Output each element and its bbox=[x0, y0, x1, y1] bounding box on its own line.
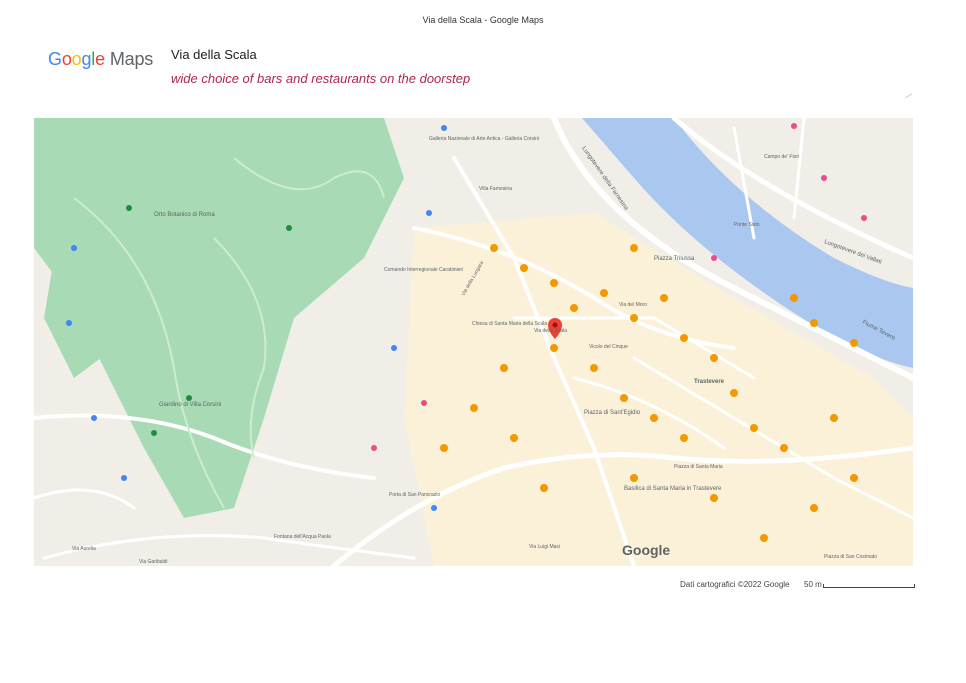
label-via-del-moro: Via del Moro bbox=[619, 302, 647, 308]
label-porta-san-pancrazio: Porta di San Pancrazio bbox=[389, 492, 440, 498]
label-piazza-sant-egidio: Piazza di Sant'Egidio bbox=[584, 410, 641, 416]
label-via-garibaldi: Via Garibaldi bbox=[139, 559, 168, 565]
place-title: Via della Scala bbox=[171, 47, 257, 62]
label-trastevere: Trastevere bbox=[694, 379, 725, 385]
scale-label: 50 m bbox=[804, 580, 822, 589]
label-orto-botanico: Orto Botanico di Roma bbox=[154, 212, 215, 218]
corner-mark bbox=[905, 93, 915, 103]
map-svg: Orto Botanico di Roma Giardino di Villa … bbox=[34, 118, 913, 566]
label-via-luigi-masi: Via Luigi Masi bbox=[529, 544, 560, 550]
label-campo-de-fiori: Campo de' Fiori bbox=[764, 154, 799, 160]
label-piazza-santa-maria: Piazza di Santa Maria bbox=[674, 464, 723, 470]
label-carabinieri: Comando Interregionale Carabinieri bbox=[384, 267, 463, 273]
map-attribution[interactable]: Dati cartografici ©2022 Google bbox=[680, 580, 790, 589]
label-piazza-di-san-cosimato: Piazza di San Cosimato bbox=[824, 554, 877, 560]
label-via-della-scala: Via della Scala bbox=[534, 328, 567, 334]
google-watermark: Google bbox=[622, 542, 670, 558]
place-description: wide choice of bars and restaurants on t… bbox=[171, 71, 471, 86]
map-canvas[interactable]: Orto Botanico di Roma Giardino di Villa … bbox=[34, 118, 913, 566]
label-piazza-trilussa: Piazza Trilussa bbox=[654, 256, 695, 262]
page-header-title: Via della Scala - Google Maps bbox=[422, 15, 544, 25]
label-giardino: Giardino di Villa Corsini bbox=[159, 402, 221, 408]
label-villa-farnesina: Villa Farnesina bbox=[479, 186, 512, 192]
google-maps-logo: Google Maps bbox=[48, 49, 154, 69]
label-via-aurelia: Via Aurelia bbox=[72, 546, 96, 552]
label-vicolo-del-cinque: Vicolo del Cinque bbox=[589, 344, 628, 350]
label-ponte-sisto: Ponte Sisto bbox=[734, 222, 760, 228]
label-santa-maria-trastevere: Basilica di Santa Maria in Trastevere bbox=[624, 486, 722, 492]
label-santa-maria-scala: Chiesa di Santa Maria della Scala bbox=[472, 321, 547, 327]
scale-bar bbox=[823, 584, 915, 588]
label-fontana-acqua-paola: Fontana dell'Acqua Paola bbox=[274, 534, 331, 540]
label-galleria-corsini: Galleria Nazionale di Arte Antica - Gall… bbox=[429, 136, 539, 142]
